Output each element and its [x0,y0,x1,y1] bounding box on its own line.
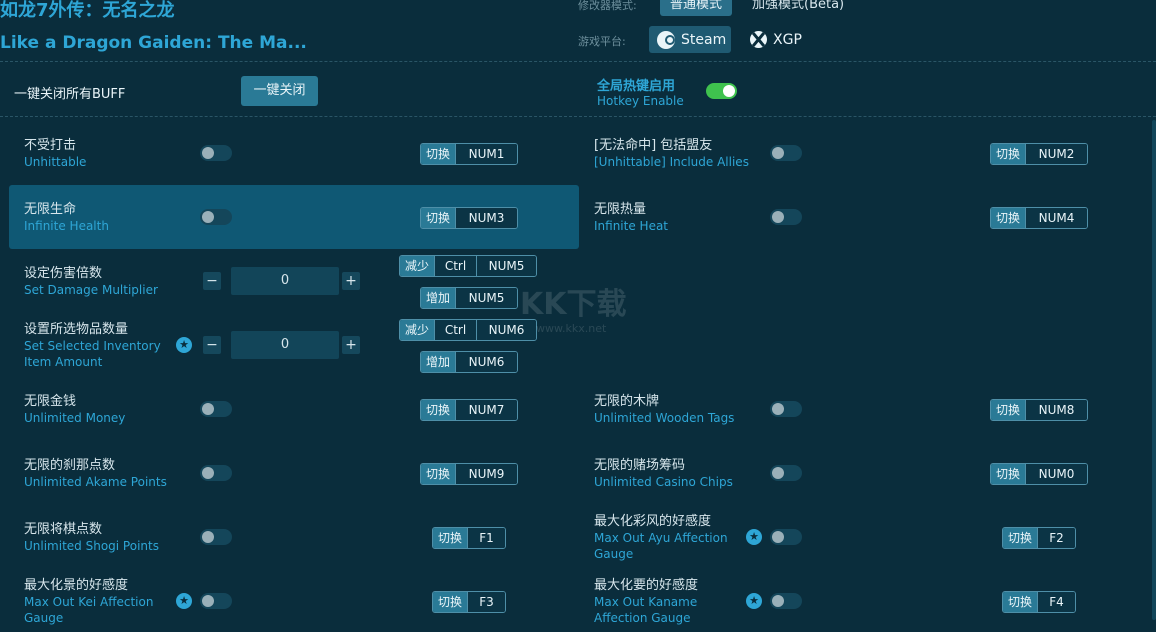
close-all-label: 一键关闭所有BUFF [14,87,126,102]
damage-multiplier-input[interactable]: 0 [231,267,339,295]
app-subtitle: Like a Dragon Gaiden: The Ma... [0,33,307,53]
hotkey-ayu-affection[interactable]: 切换 F2 [1002,527,1077,549]
xbox-icon [750,31,767,48]
platform-steam-button[interactable]: Steam [649,26,731,53]
divider [0,61,1156,62]
hotkey-enable-toggle[interactable] [706,83,737,99]
damage-multiplier-increment-button[interactable]: + [342,272,360,290]
inventory-amount-input[interactable]: 0 [231,331,339,359]
inventory-amount-increment-button[interactable]: + [342,336,360,354]
cheat-label-unhittable: 不受打击 Unhittable [24,138,87,169]
hotkey-akame-points[interactable]: 切换 NUM9 [420,463,519,485]
star-icon: ★ [176,593,192,609]
cheat-toggle-unlimited-money[interactable] [200,401,232,417]
close-all-button[interactable]: 一键关闭 [241,76,318,106]
hotkey-unhittable-allies[interactable]: 切换 NUM2 [990,143,1089,165]
hotkey-wooden-tags[interactable]: 切换 NUM8 [990,399,1089,421]
hotkey-infinite-health[interactable]: 切换 NUM3 [420,207,519,229]
hotkey-enable-label: 全局热键启用 [597,79,676,94]
cheat-label-unhittable-allies: [无法命中] 包括盟友 [Unhittable] Include Allies [594,138,749,169]
cheat-label-inventory-amount: 设置所选物品数量 Set Selected Inventory Item Amoun… [24,322,161,369]
cheat-toggle-casino-chips[interactable] [770,465,802,481]
cheat-toggle-infinite-heat[interactable] [770,209,802,225]
hotkey-inventory-amount-increase[interactable]: 增加 NUM6 [420,351,519,373]
divider [0,116,1156,117]
hotkey-kei-affection[interactable]: 切换 F3 [432,591,507,613]
cheat-toggle-kei-affection[interactable] [200,593,232,609]
cheat-label-infinite-health: 无限生命 Infinite Health [24,202,109,233]
mode-label: 修改器模式: [578,0,637,12]
cheat-label-ayu-affection: 最大化彩风的好感度 Max Out Ayu Affection Gauge [594,514,728,561]
platform-xgp-button[interactable]: XGP [750,26,802,53]
cheat-toggle-infinite-health[interactable] [200,209,232,225]
hotkey-damage-multiplier-decrease[interactable]: 减少 Ctrl NUM5 [399,255,538,277]
cheat-toggle-ayu-affection[interactable] [770,529,802,545]
cheat-label-shogi-points: 无限将棋点数 Unlimited Shogi Points [24,522,159,553]
cheat-label-akame-points: 无限的刹那点数 Unlimited Akame Points [24,458,167,489]
cheat-label-wooden-tags: 无限的木牌 Unlimited Wooden Tags [594,394,735,425]
hotkey-enable-label-en: Hotkey Enable [597,94,684,108]
cheat-toggle-kaname-affection[interactable] [770,593,802,609]
damage-multiplier-decrement-button[interactable]: − [203,272,221,290]
watermark: KK下载 www.kkx.net [520,287,627,336]
cheat-label-casino-chips: 无限的赌场筹码 Unlimited Casino Chips [594,458,733,489]
steam-icon [657,30,675,49]
star-icon: ★ [746,593,762,609]
hotkey-unhittable[interactable]: 切换 NUM1 [420,143,519,165]
hotkey-casino-chips[interactable]: 切换 NUM0 [990,463,1089,485]
hotkey-infinite-heat[interactable]: 切换 NUM4 [990,207,1089,229]
hotkey-shogi-points[interactable]: 切换 F1 [432,527,507,549]
star-icon: ★ [176,337,192,353]
cheat-toggle-unhittable-allies[interactable] [770,145,802,161]
cheat-toggle-akame-points[interactable] [200,465,232,481]
scrollbar[interactable] [1152,120,1156,620]
cheat-label-infinite-heat: 无限热量 Infinite Heat [594,202,669,233]
inventory-amount-decrement-button[interactable]: − [203,336,221,354]
platform-label: 游戏平台: [578,35,626,48]
hotkey-unlimited-money[interactable]: 切换 NUM7 [420,399,519,421]
platform-steam-label: Steam [681,31,727,48]
star-icon: ★ [746,529,762,545]
hotkey-damage-multiplier-increase[interactable]: 增加 NUM5 [420,287,519,309]
hotkey-inventory-amount-decrease[interactable]: 减少 Ctrl NUM6 [399,319,538,341]
mode-normal-button[interactable]: 普通模式 [660,0,733,16]
mode-enhanced-button[interactable]: 加强模式(Beta) [742,0,854,16]
cheat-label-kei-affection: 最大化景的好感度 Max Out Kei Affection Gauge [24,578,154,625]
app-title: 如龙7外传：无名之龙 [0,0,175,21]
cheat-label-damage-multiplier: 设定伤害倍数 Set Damage Multiplier [24,266,158,297]
platform-xgp-label: XGP [773,31,802,48]
hotkey-kaname-affection[interactable]: 切换 F4 [1002,591,1077,613]
cheat-toggle-unhittable[interactable] [200,145,232,161]
cheat-toggle-wooden-tags[interactable] [770,401,802,417]
cheat-label-kaname-affection: 最大化要的好感度 Max Out Kaname Affection Gauge [594,578,699,625]
cheat-label-unlimited-money: 无限金钱 Unlimited Money [24,394,126,425]
cheat-toggle-shogi-points[interactable] [200,529,232,545]
